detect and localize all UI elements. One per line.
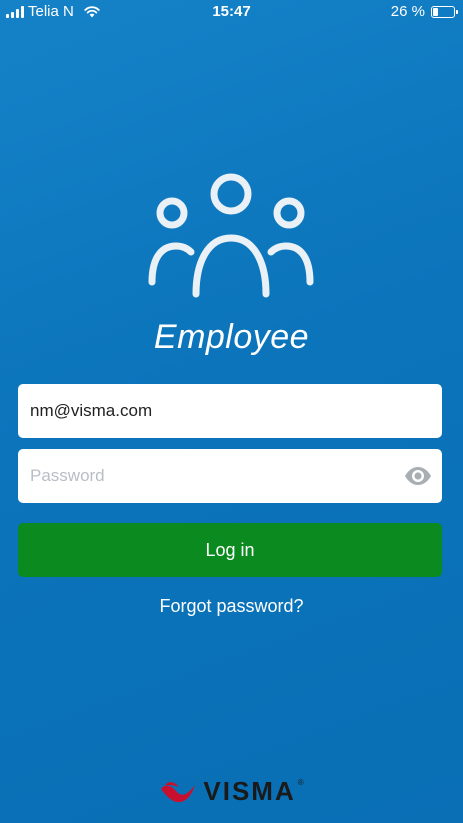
login-button[interactable]: Log in bbox=[18, 523, 442, 577]
brand-name: VISMA bbox=[203, 776, 296, 806]
forgot-password-link[interactable]: Forgot password? bbox=[0, 596, 463, 617]
password-field-container bbox=[18, 449, 442, 503]
visma-swoosh-icon bbox=[161, 781, 196, 802]
status-bar: Telia N 15:47 26 % bbox=[0, 0, 463, 24]
email-field-container bbox=[18, 384, 442, 438]
status-right: 26 % bbox=[390, 3, 458, 20]
registered-mark: ® bbox=[297, 778, 304, 787]
email-field[interactable] bbox=[30, 384, 390, 438]
password-field[interactable] bbox=[30, 449, 390, 503]
app-name: Employee bbox=[153, 318, 310, 356]
people-group-icon bbox=[148, 173, 314, 298]
eye-icon[interactable] bbox=[404, 464, 432, 488]
brand-logo: VISMA ® bbox=[0, 776, 463, 807]
battery-percentage: 26 % bbox=[390, 3, 425, 20]
battery-level-fill bbox=[433, 7, 438, 16]
battery-icon bbox=[431, 5, 458, 18]
